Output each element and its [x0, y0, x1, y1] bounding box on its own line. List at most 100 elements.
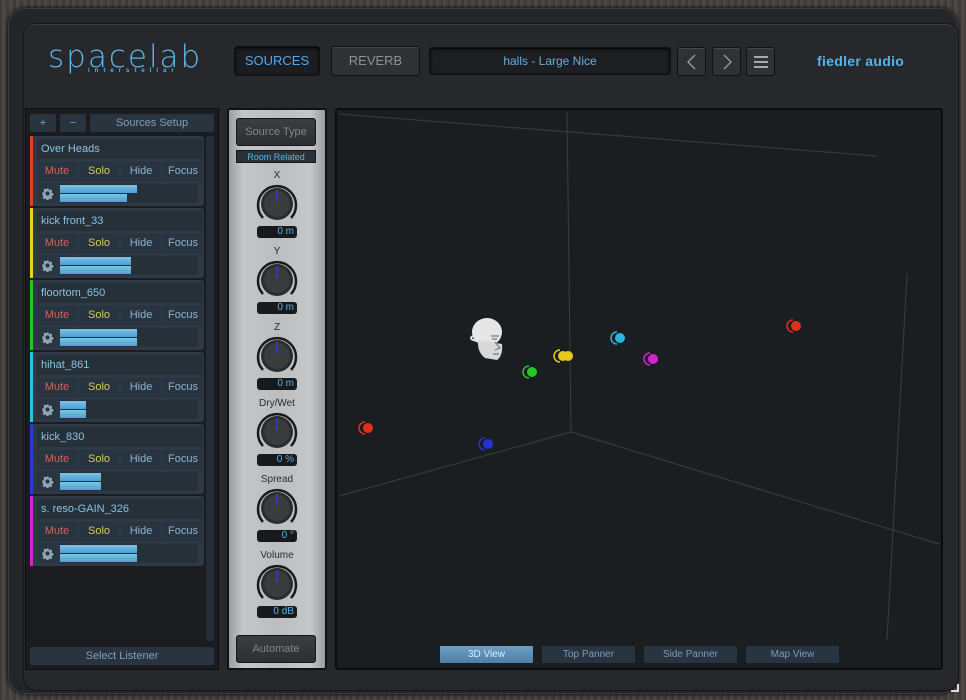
- focus-button[interactable]: Focus: [163, 306, 203, 325]
- chevron-left-icon: [686, 54, 695, 69]
- hide-button[interactable]: Hide: [121, 378, 161, 397]
- knob-value[interactable]: 0 m: [257, 226, 297, 238]
- source-name[interactable]: kick_830: [37, 427, 203, 447]
- head-icon[interactable]: [470, 318, 503, 360]
- mute-button[interactable]: Mute: [37, 234, 77, 253]
- automate-button[interactable]: Automate: [236, 635, 316, 663]
- knob-icon: [256, 488, 298, 524]
- tab-sources[interactable]: SOURCES: [234, 46, 320, 76]
- add-source-button[interactable]: +: [30, 114, 56, 132]
- resize-handle[interactable]: [951, 684, 959, 692]
- solo-button[interactable]: Solo: [79, 450, 119, 469]
- knob-value[interactable]: 0 m: [257, 302, 297, 314]
- source-name[interactable]: kick front_33: [37, 211, 203, 231]
- source-settings-button[interactable]: [37, 544, 57, 563]
- source-name[interactable]: s. reso-GAIN_326: [37, 499, 203, 519]
- source-marker[interactable]: [358, 421, 373, 435]
- mute-button[interactable]: Mute: [37, 306, 77, 325]
- knob-drywet[interactable]: [255, 410, 299, 454]
- source-name[interactable]: hihat_861: [37, 355, 203, 375]
- knob-value[interactable]: 0 °: [257, 530, 297, 542]
- tab-3d-view[interactable]: 3D View: [440, 646, 533, 663]
- source-settings-button[interactable]: [37, 472, 57, 491]
- focus-button[interactable]: Focus: [163, 522, 203, 541]
- select-listener-button[interactable]: Select Listener: [30, 647, 214, 665]
- source-settings-button[interactable]: [37, 184, 57, 203]
- source-item[interactable]: kick front_33 Mute Solo Hide Focus: [30, 208, 204, 278]
- remove-source-button[interactable]: −: [60, 114, 86, 132]
- solo-button[interactable]: Solo: [79, 162, 119, 181]
- menu-button[interactable]: [746, 47, 775, 76]
- hide-button[interactable]: Hide: [121, 522, 161, 541]
- knob-label: Y: [273, 246, 281, 257]
- knob-spread[interactable]: [255, 486, 299, 530]
- solo-button[interactable]: Solo: [79, 522, 119, 541]
- solo-button[interactable]: Solo: [79, 306, 119, 325]
- knob-volume[interactable]: [255, 562, 299, 606]
- knob-value[interactable]: 0 m: [257, 378, 297, 390]
- knob-icon: [256, 564, 298, 600]
- 3d-view[interactable]: 3D View Top Panner Side Panner Map View: [335, 108, 943, 670]
- source-item[interactable]: s. reso-GAIN_326 Mute Solo Hide Focus: [30, 496, 204, 566]
- hide-button[interactable]: Hide: [121, 450, 161, 469]
- tab-map-view[interactable]: Map View: [746, 646, 839, 663]
- knob-label: X: [273, 170, 281, 181]
- level-meter-left: [60, 185, 137, 193]
- knob-z[interactable]: [255, 334, 299, 378]
- prev-preset-button[interactable]: [677, 47, 706, 76]
- source-settings-button[interactable]: [37, 328, 57, 347]
- hide-button[interactable]: Hide: [121, 162, 161, 181]
- source-list-scrollbar[interactable]: [206, 136, 214, 641]
- mute-button[interactable]: Mute: [37, 162, 77, 181]
- source-item[interactable]: hihat_861 Mute Solo Hide Focus: [30, 352, 204, 422]
- source-name[interactable]: Over Heads: [37, 139, 203, 159]
- source-name[interactable]: floortom_650: [37, 283, 203, 303]
- solo-button[interactable]: Solo: [79, 378, 119, 397]
- knob-x[interactable]: [255, 182, 299, 226]
- source-marker[interactable]: [786, 319, 801, 333]
- tab-reverb[interactable]: REVERB: [331, 46, 420, 76]
- knob-y[interactable]: [255, 258, 299, 302]
- source-type-button[interactable]: Source Type: [236, 118, 316, 146]
- room-edge: [338, 113, 878, 157]
- level-meter-right: [60, 266, 132, 274]
- knob-value[interactable]: 0 dB: [257, 606, 297, 618]
- tab-top-panner[interactable]: Top Panner: [542, 646, 635, 663]
- source-marker[interactable]: [478, 437, 493, 451]
- source-marker[interactable]: [643, 352, 658, 366]
- level-meter: [59, 328, 198, 347]
- source-color-stripe: [30, 352, 33, 422]
- hide-button[interactable]: Hide: [121, 306, 161, 325]
- source-color-stripe: [30, 280, 33, 350]
- focus-button[interactable]: Focus: [163, 450, 203, 469]
- source-color-stripe: [30, 496, 33, 566]
- source-marker[interactable]: [553, 349, 573, 363]
- focus-button[interactable]: Focus: [163, 162, 203, 181]
- sources-setup-button[interactable]: Sources Setup: [90, 114, 214, 132]
- focus-button[interactable]: Focus: [163, 378, 203, 397]
- source-item[interactable]: Over Heads Mute Solo Hide Focus: [30, 136, 204, 206]
- solo-button[interactable]: Solo: [79, 234, 119, 253]
- knob-label: Dry/Wet: [259, 398, 295, 409]
- tab-side-panner[interactable]: Side Panner: [644, 646, 737, 663]
- gear-icon: [41, 404, 54, 416]
- source-settings-button[interactable]: [37, 256, 57, 275]
- source-item[interactable]: kick_830 Mute Solo Hide Focus: [30, 424, 204, 494]
- next-preset-button[interactable]: [712, 47, 741, 76]
- source-item[interactable]: floortom_650 Mute Solo Hide Focus: [30, 280, 204, 350]
- mute-button[interactable]: Mute: [37, 378, 77, 397]
- source-marker[interactable]: [522, 365, 537, 379]
- knob-icon: [256, 412, 298, 448]
- hide-button[interactable]: Hide: [121, 234, 161, 253]
- room-edge: [886, 273, 908, 641]
- brand-logo: fiedler audio: [817, 53, 905, 69]
- mute-button[interactable]: Mute: [37, 522, 77, 541]
- source-mode-display[interactable]: Room Related: [236, 150, 316, 163]
- source-marker[interactable]: [610, 331, 625, 345]
- focus-button[interactable]: Focus: [163, 234, 203, 253]
- mute-button[interactable]: Mute: [37, 450, 77, 469]
- source-color-stripe: [30, 424, 33, 494]
- knob-value[interactable]: 0 %: [257, 454, 297, 466]
- source-settings-button[interactable]: [37, 400, 57, 419]
- preset-display[interactable]: halls - Large Nice: [429, 47, 671, 75]
